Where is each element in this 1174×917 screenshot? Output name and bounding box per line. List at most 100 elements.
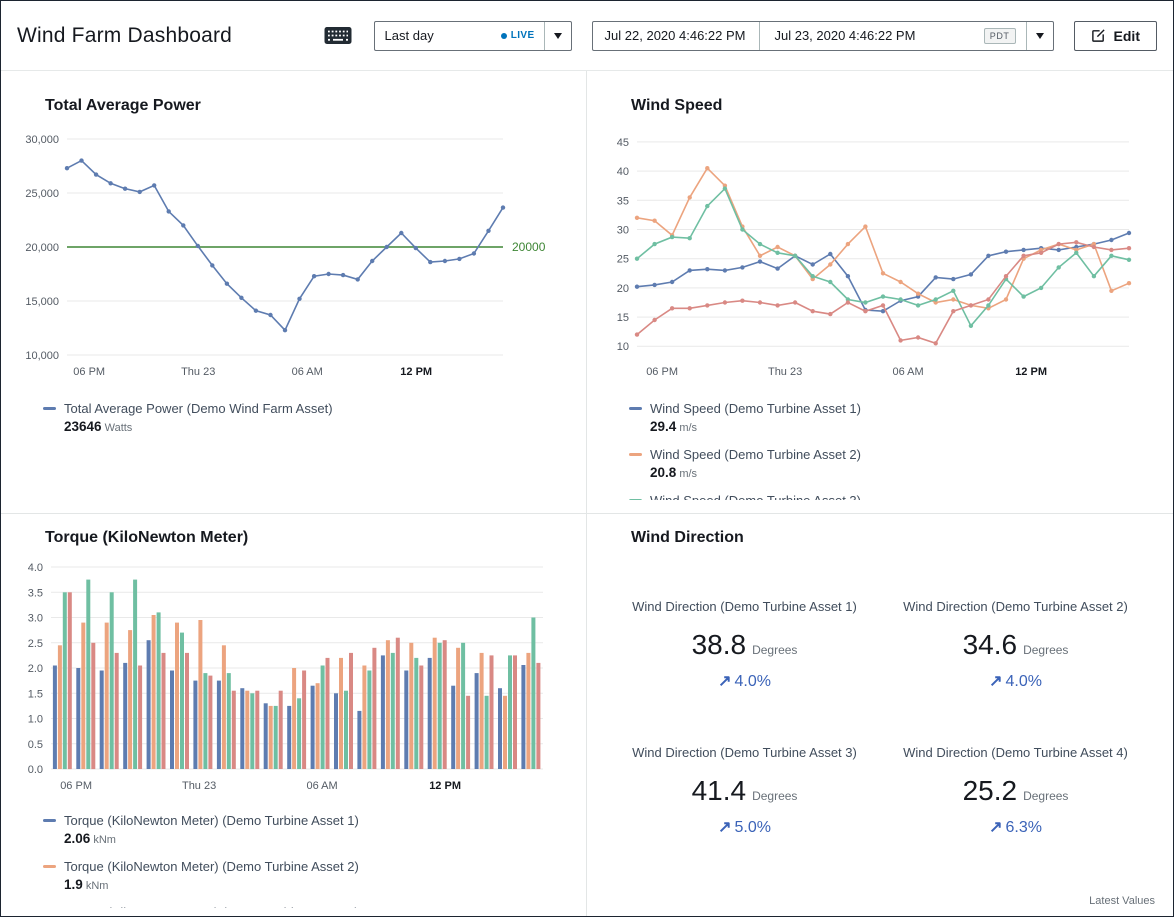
svg-text:10,000: 10,000 <box>25 350 59 362</box>
svg-text:20,000: 20,000 <box>25 242 59 254</box>
total-average-power-chart[interactable]: 10,00015,00020,00025,00030,00006 PMThu 2… <box>21 127 559 389</box>
kpi-unit: Degrees <box>752 643 797 657</box>
kpi-label: Wind Direction (Demo Turbine Asset 3) <box>622 743 867 763</box>
edit-button[interactable]: Edit <box>1074 21 1157 51</box>
kpi-trend-percent: 4.0% <box>1005 673 1041 690</box>
time-range-select[interactable]: Last day LIVE <box>374 21 572 51</box>
svg-text:12 PM: 12 PM <box>429 780 461 792</box>
live-dot-icon <box>501 33 507 39</box>
svg-text:30,000: 30,000 <box>25 134 59 146</box>
svg-text:25: 25 <box>617 254 629 266</box>
panel-wind-direction: Wind Direction Wind Direction (Demo Turb… <box>587 514 1173 916</box>
panel-total-average-power: Total Average Power 10,00015,00020,00025… <box>1 71 587 514</box>
keyboard-icon <box>324 26 352 45</box>
svg-text:15: 15 <box>617 312 629 324</box>
kpi-trend-percent: 5.0% <box>734 819 770 836</box>
trend-up-icon: ↗ <box>989 819 1002 836</box>
trend-up-icon: ↗ <box>718 673 731 690</box>
dashboard-grid: Total Average Power 10,00015,00020,00025… <box>1 71 1173 916</box>
latest-values-label: Latest Values <box>1089 895 1155 907</box>
svg-text:06 AM: 06 AM <box>307 780 338 792</box>
svg-text:1.5: 1.5 <box>28 688 43 700</box>
kpi-trend: ↗5.0% <box>617 817 872 837</box>
trend-up-icon: ↗ <box>989 673 1002 690</box>
svg-text:20: 20 <box>617 283 629 295</box>
legend-item: Total Average Power (Demo Wind Farm Asse… <box>43 399 566 437</box>
kpi-number: 41.4 <box>692 775 747 806</box>
svg-text:06 PM: 06 PM <box>60 780 92 792</box>
legend-latest-value: 20.8 m/s <box>650 464 861 483</box>
edit-icon <box>1091 28 1106 43</box>
kpi-trend: ↗4.0% <box>888 671 1143 691</box>
kpi-number: 38.8 <box>692 629 747 660</box>
panel-wind-speed: Wind Speed 101520253035404506 PMThu 2306… <box>587 71 1173 514</box>
svg-text:40: 40 <box>617 166 629 178</box>
start-date: Jul 22, 2020 4:46:22 PM <box>605 28 746 43</box>
legend-color-dash <box>629 407 642 410</box>
dashboard-header: Wind Farm Dashboard Last day LIVE <box>1 1 1173 71</box>
svg-text:06 AM: 06 AM <box>893 366 924 378</box>
legend-item: Torque (KiloNewton Meter) (Demo Turbine … <box>43 811 566 849</box>
legend-item: Wind Speed (Demo Turbine Asset 1)29.4 m/… <box>629 399 1153 437</box>
trend-up-icon: ↗ <box>718 819 731 836</box>
svg-text:12 PM: 12 PM <box>400 366 432 378</box>
svg-text:2.0: 2.0 <box>28 663 43 675</box>
legend-item: Wind Speed (Demo Turbine Asset 3) <box>629 491 1153 500</box>
kpi-value: 38.8 Degrees <box>617 629 872 661</box>
edit-button-label: Edit <box>1114 28 1140 44</box>
legend-list[interactable]: Torque (KiloNewton Meter) (Demo Turbine … <box>43 811 566 908</box>
kpi-trend: ↗4.0% <box>617 671 872 691</box>
legend-list[interactable]: Wind Speed (Demo Turbine Asset 1)29.4 m/… <box>629 399 1153 500</box>
svg-text:0.0: 0.0 <box>28 764 43 776</box>
legend-label: Wind Speed (Demo Turbine Asset 2) <box>650 445 861 464</box>
live-badge: LIVE <box>501 30 535 41</box>
kpi-unit: Degrees <box>752 789 797 803</box>
legend-list[interactable]: Total Average Power (Demo Wind Farm Asse… <box>43 399 566 445</box>
header-controls: Last day LIVE Jul 22, 2020 4:46:22 PM Ju… <box>322 21 1157 51</box>
svg-text:06 PM: 06 PM <box>73 366 105 378</box>
svg-text:10: 10 <box>617 341 629 353</box>
legend-label: Torque (KiloNewton Meter) (Demo Turbine … <box>64 811 359 830</box>
legend-color-dash <box>629 499 642 500</box>
legend-color-dash <box>43 407 56 410</box>
svg-text:2.5: 2.5 <box>28 638 43 650</box>
torque-bar-chart[interactable]: 0.00.51.01.52.02.53.03.54.006 PMThu 2306… <box>21 557 559 803</box>
kpi-value: 34.6 Degrees <box>888 629 1143 661</box>
svg-text:3.0: 3.0 <box>28 613 43 625</box>
svg-text:20000: 20000 <box>512 240 546 254</box>
widget-title: Wind Direction <box>631 529 1153 547</box>
legend-item: Wind Speed (Demo Turbine Asset 2)20.8 m/… <box>629 445 1153 483</box>
svg-text:25,000: 25,000 <box>25 188 59 200</box>
timezone-badge: PDT <box>984 28 1016 44</box>
kpi-number: 34.6 <box>963 629 1018 660</box>
chevron-down-icon <box>545 22 571 50</box>
legend-item: Torque (KiloNewton Meter) (Demo Turbine … <box>43 903 566 908</box>
page-title: Wind Farm Dashboard <box>17 24 232 48</box>
kpi-trend-percent: 4.0% <box>734 673 770 690</box>
kpi-trend-percent: 6.3% <box>1005 819 1041 836</box>
kpi-unit: Degrees <box>1023 643 1068 657</box>
svg-text:0.5: 0.5 <box>28 739 43 751</box>
keyboard-shortcuts-button[interactable] <box>322 24 354 47</box>
legend-latest-value: 2.06 kNm <box>64 830 359 849</box>
date-range-picker[interactable]: Jul 22, 2020 4:46:22 PM Jul 23, 2020 4:4… <box>592 21 1054 51</box>
kpi-cell: Wind Direction (Demo Turbine Asset 3) 41.… <box>617 743 872 837</box>
kpi-label: Wind Direction (Demo Turbine Asset 2) <box>893 597 1138 617</box>
svg-text:45: 45 <box>617 137 629 149</box>
legend-label: Wind Speed (Demo Turbine Asset 1) <box>650 399 861 418</box>
time-range-label: Last day <box>385 28 434 43</box>
kpi-unit: Degrees <box>1023 789 1068 803</box>
legend-color-dash <box>629 453 642 456</box>
legend-label: Total Average Power (Demo Wind Farm Asse… <box>64 399 333 418</box>
kpi-cell: Wind Direction (Demo Turbine Asset 1)38.… <box>617 597 872 691</box>
live-badge-label: LIVE <box>511 30 535 41</box>
svg-text:Thu 23: Thu 23 <box>768 366 802 378</box>
svg-text:35: 35 <box>617 195 629 207</box>
legend-color-dash <box>43 865 56 868</box>
kpi-grid: Wind Direction (Demo Turbine Asset 1)38.… <box>617 597 1143 837</box>
svg-text:1.0: 1.0 <box>28 714 43 726</box>
kpi-value: 41.4 Degrees <box>617 775 872 807</box>
wind-speed-chart[interactable]: 101520253035404506 PMThu 2306 AM12 PM <box>607 127 1145 389</box>
widget-title: Torque (KiloNewton Meter) <box>45 529 566 547</box>
legend-label: Torque (KiloNewton Meter) (Demo Turbine … <box>64 903 359 908</box>
